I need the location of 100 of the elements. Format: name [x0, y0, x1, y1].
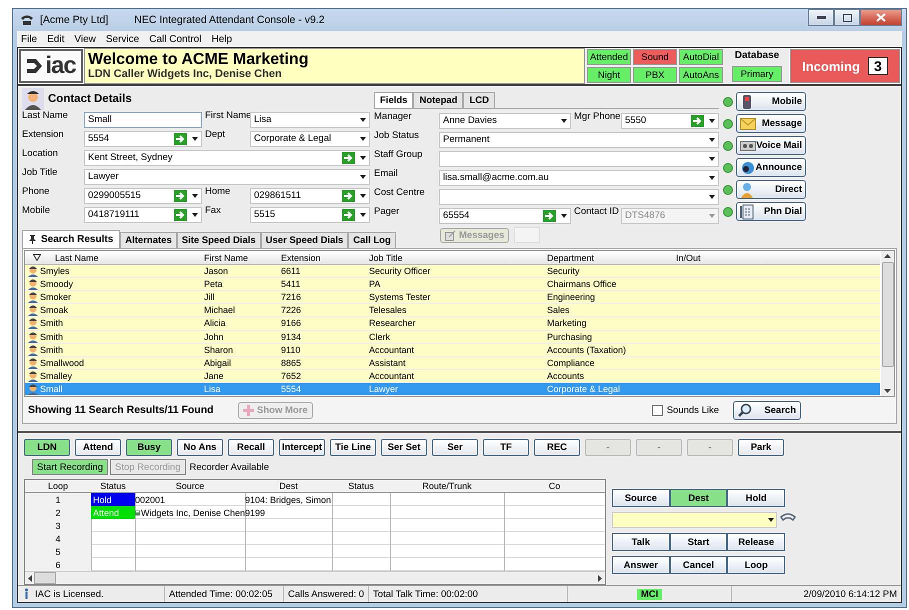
call-control-button[interactable]: Start — [670, 533, 728, 551]
call-button[interactable]: Tie Line — [330, 439, 376, 456]
table-row[interactable]: Smoak Michael 7226 Telesales Sales — [25, 304, 880, 318]
column-header[interactable]: Dest — [245, 480, 332, 492]
scroll-down-icon[interactable] — [884, 389, 891, 393]
maximize-button[interactable] — [834, 9, 860, 26]
table-row[interactable]: Smoker Jill 7216 Systems Tester Engineering — [25, 291, 880, 304]
menu-item[interactable]: View — [74, 34, 96, 44]
tab[interactable]: Source — [612, 489, 670, 507]
tab[interactable]: LCD — [463, 92, 495, 108]
column-header[interactable]: Extension — [279, 251, 367, 264]
action-button[interactable]: Phn Dial — [736, 202, 806, 221]
call-button[interactable]: Park — [738, 439, 784, 456]
call-button[interactable]: Busy — [126, 439, 172, 456]
dropdown-field[interactable] — [439, 150, 719, 166]
dropdown-field[interactable] — [439, 188, 719, 204]
tab[interactable]: Alternates — [120, 232, 177, 248]
table-row[interactable]: Smalley Jane 7652 Accountant Accounts — [25, 370, 880, 383]
tab[interactable]: Search Results — [22, 230, 120, 248]
dial-field[interactable]: 029861511 — [250, 188, 370, 204]
search-button[interactable]: Search — [733, 400, 801, 420]
action-button[interactable]: Voice Mail — [736, 136, 806, 155]
dial-field[interactable]: Kent Street, Sydney — [84, 150, 370, 166]
dial-field[interactable]: 5550 — [621, 112, 719, 128]
column-header[interactable]: Source — [135, 480, 245, 492]
column-header[interactable]: In/Out — [674, 251, 802, 264]
column-header[interactable]: Status — [91, 480, 135, 492]
column-header[interactable]: Status — [332, 480, 390, 492]
table-cell: Sharon — [204, 344, 234, 355]
dropdown-field[interactable]: Lisa — [250, 112, 370, 128]
call-button[interactable]: Attend — [75, 439, 121, 456]
tab[interactable]: Fields — [374, 92, 414, 108]
call-control-button[interactable]: Release — [727, 533, 786, 551]
tab[interactable]: Hold — [727, 489, 786, 507]
person-icon — [27, 278, 39, 290]
caret-icon — [709, 214, 715, 218]
action-button[interactable]: Announce — [736, 158, 806, 177]
call-button[interactable]: Ser — [432, 439, 478, 456]
column-header[interactable]: Loop — [25, 480, 91, 492]
dropdown-field[interactable]: Anne Davies — [439, 112, 571, 128]
call-button[interactable]: Recall — [228, 439, 274, 456]
action-button[interactable]: Message — [736, 114, 806, 133]
column-header[interactable]: Job Title — [367, 251, 545, 264]
dial-field[interactable]: 0418719111 — [84, 206, 202, 222]
dial-field[interactable]: 5515 — [250, 206, 370, 222]
checkbox[interactable] — [652, 404, 663, 416]
start-recording-button[interactable]: Start Recording — [32, 459, 108, 475]
call-control-button[interactable]: Talk — [612, 533, 670, 551]
menu-item[interactable]: Help — [211, 34, 232, 44]
call-button[interactable]: TF — [483, 439, 529, 456]
dropdown-field[interactable]: lisa.small@acme.com.au — [439, 170, 719, 186]
menu-item[interactable]: File — [21, 34, 38, 44]
close-button[interactable] — [860, 9, 902, 26]
table-row[interactable]: Smoody Peta 5411 PA Chairmans Office — [25, 278, 880, 292]
dial-field[interactable]: 0299005515 — [84, 188, 202, 204]
call-control-button[interactable]: Answer — [612, 556, 670, 574]
scrollbar[interactable] — [881, 251, 894, 396]
tab[interactable]: Notepad — [413, 92, 464, 108]
minimize-button[interactable] — [808, 9, 834, 26]
table-row[interactable]: Smallwood Abigail 8865 Assistant Compliance — [25, 356, 880, 370]
menu-item[interactable]: Call Control — [149, 34, 202, 44]
menu-item[interactable]: Edit — [47, 34, 64, 44]
dial-field[interactable]: 5554 — [84, 130, 202, 146]
column-header[interactable]: Route/Trunk — [390, 480, 504, 492]
table-row[interactable]: Smith John 9134 Clerk Purchasing — [25, 330, 880, 344]
scroll-up-icon[interactable] — [884, 254, 891, 258]
menu-item[interactable]: Service — [106, 34, 140, 44]
table-row[interactable]: Smith Alicia 9166 Researcher Marketing — [25, 317, 880, 330]
call-button[interactable]: No Ans — [177, 439, 223, 456]
caret-icon — [192, 194, 198, 198]
action-button[interactable]: Direct — [736, 180, 806, 199]
scrollbar[interactable] — [25, 571, 605, 584]
call-button[interactable]: Intercept — [279, 439, 325, 456]
scroll-thumb[interactable] — [882, 262, 894, 367]
column-header[interactable]: Last Name — [25, 251, 202, 264]
tab[interactable]: Site Speed Dials — [176, 232, 261, 248]
scroll-right-icon[interactable] — [598, 574, 602, 582]
column-header[interactable]: Co — [504, 480, 605, 492]
row-header: 3 — [25, 519, 91, 532]
text-field[interactable]: Small — [84, 112, 202, 128]
call-control-button[interactable]: Cancel — [670, 556, 728, 574]
table-row[interactable]: Smyles Jason 6611 Security Officer Security — [25, 265, 880, 278]
dropdown-field[interactable]: Lawyer — [84, 168, 370, 184]
call-button[interactable]: LDN — [24, 439, 70, 456]
tab[interactable]: Dest — [670, 489, 728, 507]
scroll-left-icon[interactable] — [28, 574, 32, 582]
action-button[interactable]: Mobile — [736, 92, 806, 111]
table-row[interactable]: Smith Sharon 9110 Accountant Accounts (Taxation) — [25, 344, 880, 357]
call-control-button[interactable]: Loop — [727, 556, 786, 574]
dropdown-field[interactable]: Permanent — [439, 132, 719, 148]
call-button[interactable]: REC — [534, 439, 580, 456]
tab[interactable]: Call Log — [348, 232, 396, 248]
dial-field[interactable]: 65554 — [439, 208, 571, 224]
column-header[interactable]: First Name — [202, 251, 279, 264]
call-button[interactable]: Ser Set — [381, 439, 427, 456]
column-header[interactable]: Department — [545, 251, 674, 264]
dropdown-field[interactable]: Corporate & Legal — [250, 130, 370, 146]
destination-field[interactable] — [612, 512, 777, 528]
scroll-thumb[interactable] — [34, 572, 56, 584]
tab[interactable]: User Speed Dials — [260, 232, 348, 248]
